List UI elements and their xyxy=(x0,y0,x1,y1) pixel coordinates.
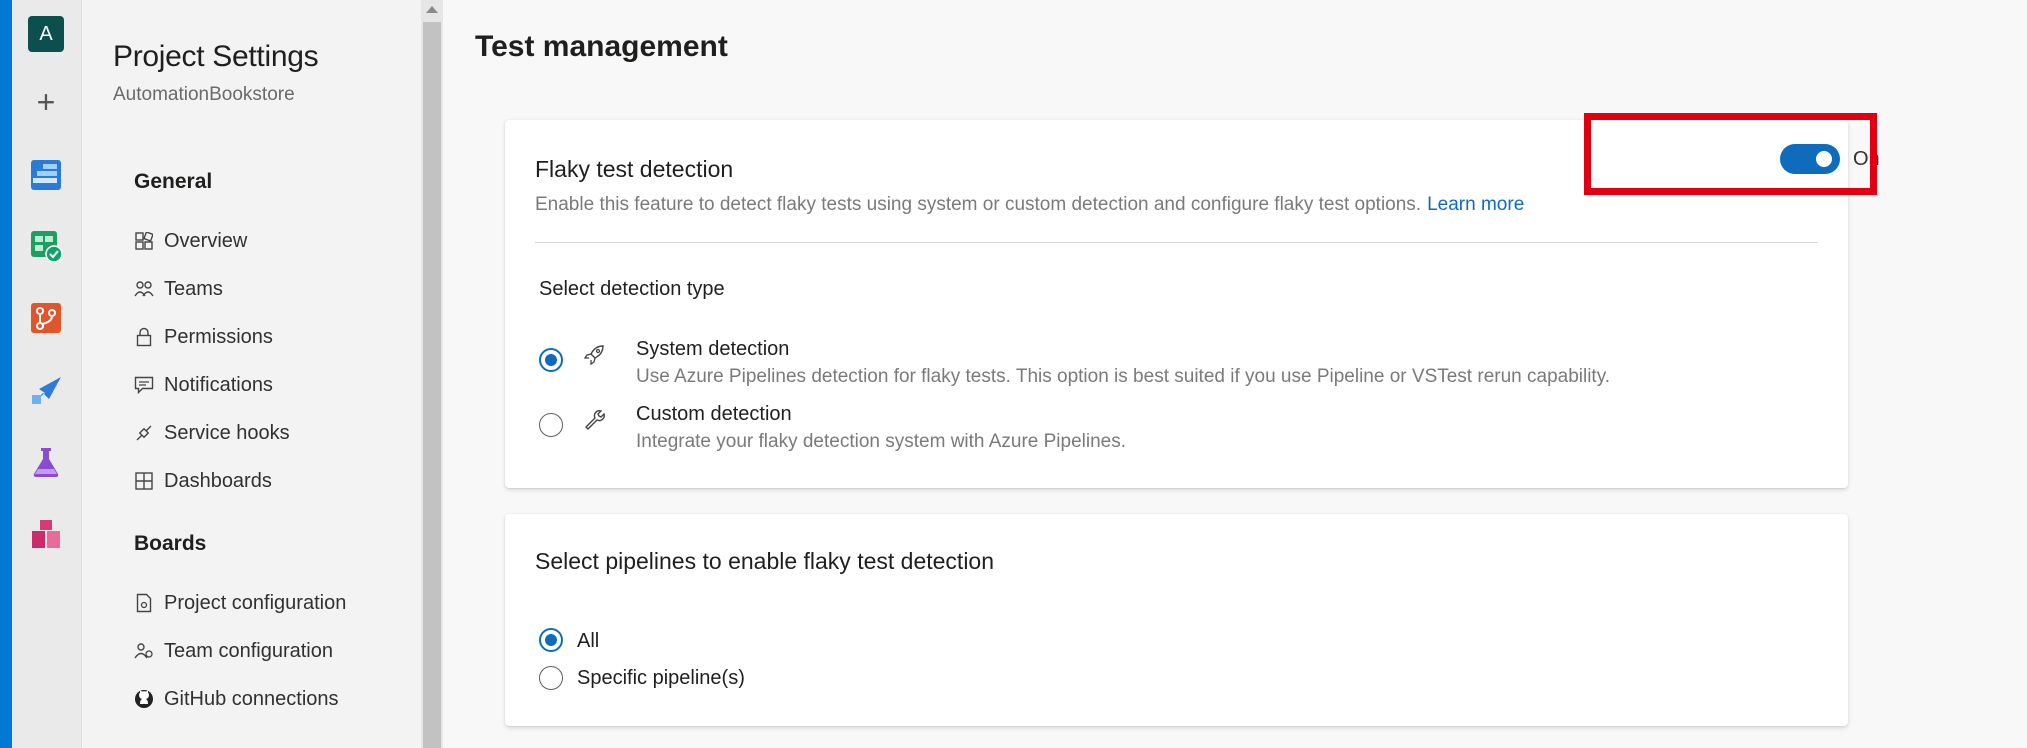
sidebar-item-label: Team configuration xyxy=(164,639,333,662)
description-text: Enable this feature to detect flaky test… xyxy=(535,194,1422,215)
lock-icon xyxy=(133,326,155,348)
main-content: Test management Flaky test detection Ena… xyxy=(443,0,2027,748)
learn-more-link[interactable]: Learn more xyxy=(1427,194,1524,215)
wrench-icon xyxy=(581,406,607,432)
divider xyxy=(535,242,1818,243)
specific-pipelines-radio[interactable] xyxy=(539,666,563,690)
page-title: Test management xyxy=(475,30,728,63)
card-title: Select pipelines to enable flaky test de… xyxy=(535,548,995,574)
sidebar-item-permissions[interactable]: Permissions xyxy=(133,321,273,353)
pipelines-app-icon[interactable] xyxy=(28,372,64,408)
sidebar-item-label: Project configuration xyxy=(164,591,347,614)
sidebar-item-label: Service hooks xyxy=(164,421,290,444)
teams-icon xyxy=(133,278,155,300)
sidebar-item-notifications[interactable]: Notifications xyxy=(133,369,273,401)
window-edge xyxy=(0,0,12,748)
detection-type-heading: Select detection type xyxy=(539,278,725,300)
new-project-icon[interactable]: + xyxy=(28,84,64,120)
team-configuration-icon xyxy=(133,640,155,662)
rocket-icon xyxy=(581,342,607,368)
specific-pipelines-label: Specific pipeline(s) xyxy=(577,667,745,689)
card-title: Flaky test detection xyxy=(535,156,734,182)
pipelines-selection-card: Select pipelines to enable flaky test de… xyxy=(505,514,1848,726)
custom-detection-label: Custom detection xyxy=(636,403,792,425)
repos-app-icon[interactable] xyxy=(28,300,64,336)
sidebar-item-label: Overview xyxy=(164,229,248,252)
section-header-general: General xyxy=(134,170,213,193)
scrollbar-thumb[interactable] xyxy=(423,22,441,748)
sidebar-item-overview[interactable]: Overview xyxy=(133,225,247,257)
all-pipelines-label: All xyxy=(577,630,600,652)
github-icon xyxy=(133,688,155,710)
sidebar-item-label: Teams xyxy=(164,277,223,300)
project-name: AutomationBookstore xyxy=(113,84,295,105)
system-detection-radio[interactable] xyxy=(539,348,563,372)
all-pipelines-radio[interactable] xyxy=(539,628,563,652)
custom-detection-description: Integrate your flaky detection system wi… xyxy=(636,431,1127,452)
sidebar-title: Project Settings xyxy=(113,40,319,73)
overview-app-icon[interactable] xyxy=(28,157,64,193)
scroll-up-arrow-icon[interactable] xyxy=(426,6,438,13)
sidebar-item-dashboards[interactable]: Dashboards xyxy=(133,465,272,497)
sidebar-item-label: GitHub connections xyxy=(164,687,339,710)
sidebar-item-label: Notifications xyxy=(164,373,273,396)
organization-avatar[interactable]: A xyxy=(28,16,64,52)
sidebar-item-label: Permissions xyxy=(164,325,273,348)
app-rail: A + xyxy=(12,0,82,748)
sidebar-item-team-configuration[interactable]: Team configuration xyxy=(133,635,333,667)
card-description: Enable this feature to detect flaky test… xyxy=(535,194,1524,216)
overview-icon xyxy=(133,230,155,252)
test-plans-app-icon[interactable] xyxy=(28,444,64,480)
sidebar-item-label: Dashboards xyxy=(164,469,272,492)
artifacts-app-icon[interactable] xyxy=(28,516,64,552)
sidebar-scrollbar[interactable] xyxy=(421,0,443,748)
custom-detection-radio[interactable] xyxy=(539,413,563,437)
sidebar-item-service-hooks[interactable]: Service hooks xyxy=(133,417,290,449)
section-header-boards: Boards xyxy=(134,532,207,555)
service-hooks-icon xyxy=(133,422,155,444)
notifications-icon xyxy=(133,374,155,396)
system-detection-label: System detection xyxy=(636,338,790,360)
dashboards-icon xyxy=(133,470,155,492)
project-settings-sidebar: Project Settings AutomationBookstore Gen… xyxy=(83,0,421,748)
sidebar-item-project-configuration[interactable]: Project configuration xyxy=(133,587,346,619)
system-detection-description: Use Azure Pipelines detection for flaky … xyxy=(636,366,1611,387)
project-configuration-icon xyxy=(133,592,155,614)
sidebar-item-teams[interactable]: Teams xyxy=(133,273,223,305)
highlight-box xyxy=(1584,113,1877,195)
boards-app-icon[interactable] xyxy=(28,228,64,264)
sidebar-item-github-connections[interactable]: GitHub connections xyxy=(133,683,339,715)
